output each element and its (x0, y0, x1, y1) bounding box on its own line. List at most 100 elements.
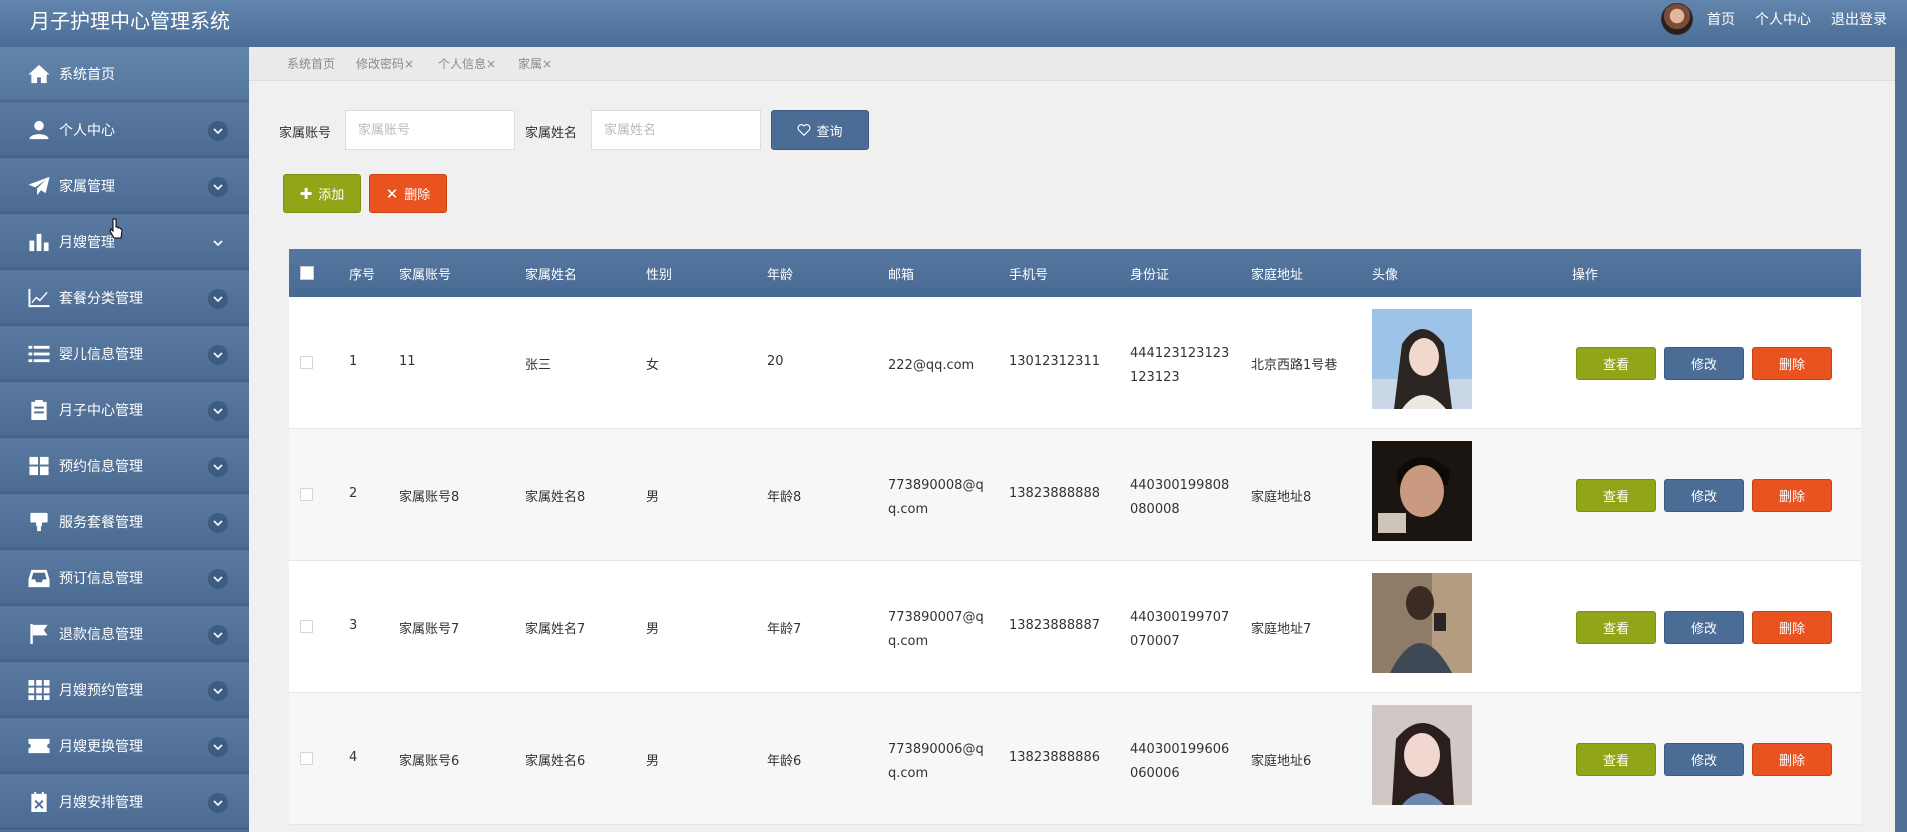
top-nav: 首页 个人中心 退出登录 (1661, 0, 1907, 38)
edit-button[interactable]: 修改 (1664, 611, 1744, 644)
header-id-card: 身份证 (1130, 268, 1170, 283)
user-icon (27, 119, 51, 141)
tab-change-password[interactable]: 修改密码× (356, 55, 414, 72)
chevron-down-icon[interactable] (208, 793, 228, 813)
sidebar-item-12[interactable]: 月嫂预约管理 (0, 663, 249, 717)
cell-address: 家庭地址8 (1251, 490, 1312, 505)
sidebar-item-label: 婴儿信息管理 (59, 347, 143, 363)
sidebar-item-11[interactable]: 退款信息管理 (0, 607, 249, 661)
cell-phone: 13823888886 (1009, 750, 1100, 765)
clipboard-icon (27, 399, 51, 421)
sidebar-item-8[interactable]: 预约信息管理 (0, 439, 249, 493)
row-checkbox[interactable] (300, 356, 313, 369)
view-button[interactable]: 查看 (1576, 347, 1656, 380)
chevron-down-icon[interactable] (208, 233, 228, 253)
topnav-logout-link[interactable]: 退出登录 (1831, 9, 1887, 29)
header-age: 年龄 (767, 268, 794, 283)
chevron-down-icon[interactable] (208, 569, 228, 589)
view-button[interactable]: 查看 (1576, 743, 1656, 776)
id-line-1: 444123123123 (1130, 346, 1230, 361)
chevron-down-icon[interactable] (208, 737, 228, 757)
tab-family[interactable]: 家属× (518, 55, 552, 72)
cell-email: 773890008@q q.com (888, 474, 984, 522)
cell-name: 家属姓名8 (525, 490, 586, 505)
table-row: 4 家属账号6 家属姓名6 男 年龄6 13823888886 家庭地址6 773890006… (289, 693, 1861, 825)
sidebar-item-14[interactable]: 月嫂安排管理 (0, 775, 249, 829)
sidebar-item-label: 系统首页 (59, 67, 115, 83)
header-avatar: 头像 (1372, 268, 1399, 283)
app-title: 月子护理中心管理系统 (30, 9, 230, 33)
chevron-down-icon[interactable] (208, 401, 228, 421)
row-checkbox[interactable] (300, 752, 313, 765)
name-search-input[interactable] (591, 110, 761, 150)
chevron-down-icon[interactable] (208, 457, 228, 477)
table-row: 2 家属账号8 家属姓名8 男 年龄8 13823888888 家庭地址8 773890008… (289, 429, 1861, 561)
cell-name: 家属姓名6 (525, 754, 586, 769)
row-checkbox[interactable] (300, 488, 313, 501)
email-line-2: q.com (888, 634, 929, 649)
name-search-label: 家属姓名 (525, 126, 578, 141)
user-avatar[interactable] (1661, 3, 1693, 35)
query-button[interactable]: 查询 (771, 110, 869, 150)
delete-button[interactable]: 删除 (1752, 611, 1832, 644)
avatar-image (1372, 573, 1472, 673)
sidebar-item-13[interactable]: 月嫂更换管理 (0, 719, 249, 773)
sidebar-item-label: 月嫂更换管理 (59, 739, 143, 755)
delete-button[interactable]: 删除 (1752, 347, 1832, 380)
edit-button[interactable]: 修改 (1664, 743, 1744, 776)
tab-home[interactable]: 系统首页 (287, 55, 335, 72)
sidebar-item-4[interactable]: 月嫂管理 (0, 215, 249, 269)
sidebar-item-5[interactable]: 套餐分类管理 (0, 271, 249, 325)
chevron-down-icon[interactable] (208, 177, 228, 197)
sidebar-item-1[interactable]: 系统首页 (0, 47, 249, 101)
tab-personal-info[interactable]: 个人信息× (438, 55, 496, 72)
cell-account: 家属账号6 (399, 754, 460, 769)
edit-button[interactable]: 修改 (1664, 479, 1744, 512)
sidebar-item-3[interactable]: 家属管理 (0, 159, 249, 213)
row-checkbox[interactable] (300, 620, 313, 633)
flag-icon (27, 623, 51, 645)
plus-icon: ✚ (299, 184, 313, 203)
cell-account: 家属账号8 (399, 490, 460, 505)
account-search-input[interactable] (345, 110, 515, 150)
delete-button[interactable]: 删除 (1752, 743, 1832, 776)
chevron-down-icon[interactable] (208, 625, 228, 645)
cell-gender: 女 (646, 358, 660, 373)
cell-account: 11 (399, 354, 416, 369)
cell-no: 4 (349, 750, 358, 765)
chevron-down-icon[interactable] (208, 681, 228, 701)
sidebar-item-6[interactable]: 婴儿信息管理 (0, 327, 249, 381)
list-icon (27, 343, 51, 365)
cell-phone: 13823888888 (1009, 486, 1100, 501)
sidebar-item-label: 预订信息管理 (59, 571, 143, 587)
delete-button[interactable]: 删除 (1752, 479, 1832, 512)
sidebar-item-7[interactable]: 月子中心管理 (0, 383, 249, 437)
edit-button[interactable]: 修改 (1664, 347, 1744, 380)
topnav-home-link[interactable]: 首页 (1707, 9, 1735, 29)
line-chart-icon (27, 287, 51, 309)
view-button[interactable]: 查看 (1576, 611, 1656, 644)
chevron-down-icon[interactable] (208, 345, 228, 365)
chevron-down-icon[interactable] (208, 289, 228, 309)
batch-delete-button[interactable]: ✕ 删除 (369, 174, 447, 213)
topnav-profile-link[interactable]: 个人中心 (1755, 9, 1811, 29)
sidebar-item-2[interactable]: 个人中心 (0, 103, 249, 157)
add-button[interactable]: ✚ 添加 (283, 174, 361, 213)
grid-icon (27, 455, 51, 477)
sidebar-item-label: 月子中心管理 (59, 403, 143, 419)
email-line-2: q.com (888, 766, 929, 781)
cell-id-card: 444123123123 123123 (1130, 342, 1229, 390)
family-table: 序号 家属账号 家属姓名 性别 年龄 邮箱 手机号 身份证 家庭地址 头像 操作… (289, 249, 1861, 825)
select-all-checkbox[interactable] (300, 266, 314, 280)
sidebar-item-10[interactable]: 预订信息管理 (0, 551, 249, 605)
view-button[interactable]: 查看 (1576, 479, 1656, 512)
sidebar-item-label: 月嫂预约管理 (59, 683, 143, 699)
sidebar-item-9[interactable]: 服务套餐管理 (0, 495, 249, 549)
header-no: 序号 (349, 268, 376, 283)
chevron-down-icon[interactable] (208, 121, 228, 141)
id-line-1: 440300199606 (1130, 742, 1230, 757)
chevron-down-icon[interactable] (208, 513, 228, 533)
cell-age: 20 (767, 354, 784, 369)
cell-age: 年龄6 (767, 754, 802, 769)
header-gender: 性别 (646, 268, 673, 283)
